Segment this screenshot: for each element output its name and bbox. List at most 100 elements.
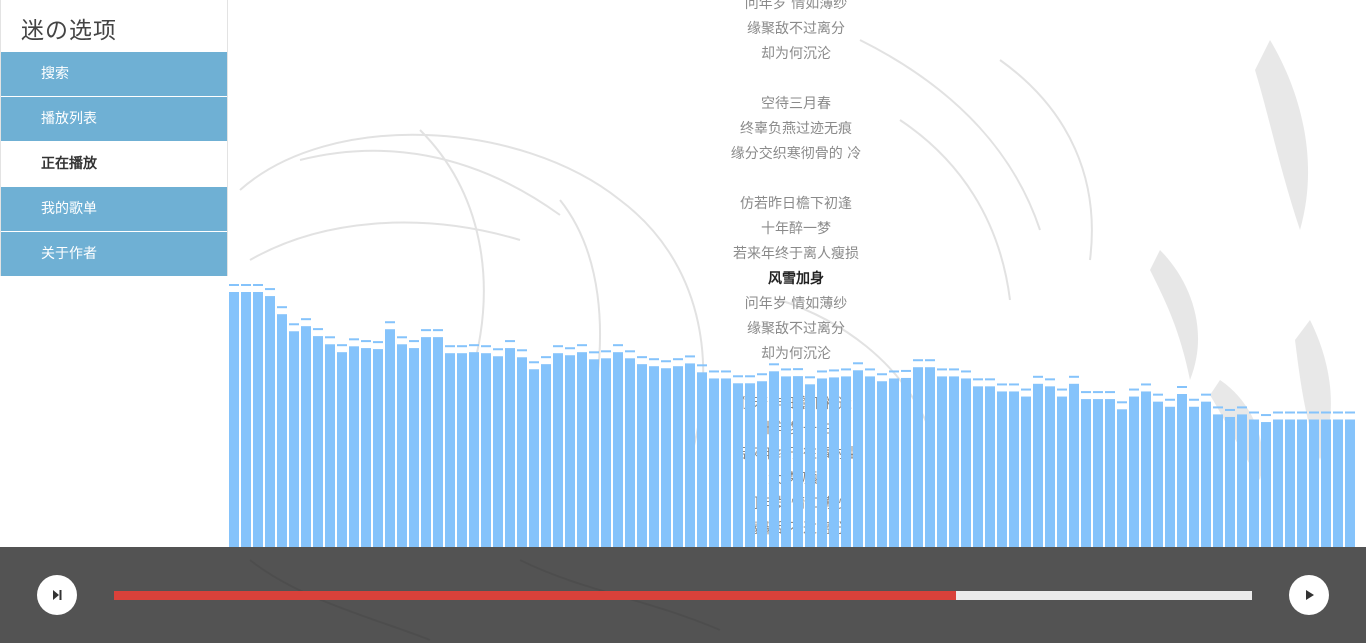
visualizer-peak-cap xyxy=(349,338,359,341)
visualizer-peak-cap xyxy=(409,340,419,343)
visualizer-peak-cap xyxy=(1237,406,1247,409)
visualizer-bar xyxy=(433,337,443,547)
visualizer-peak-cap xyxy=(505,340,515,343)
sidebar-item-now-playing[interactable]: 正在播放 xyxy=(1,142,227,187)
sidebar-item-playlist[interactable]: 播放列表 xyxy=(1,97,227,142)
visualizer-bar xyxy=(409,348,419,547)
visualizer-bar xyxy=(1105,399,1115,547)
visualizer-bar xyxy=(385,329,395,547)
visualizer-bar xyxy=(1249,419,1259,547)
visualizer-bar xyxy=(457,353,467,547)
visualizer-bar xyxy=(1069,383,1079,547)
visualizer-peak-cap xyxy=(1273,411,1283,414)
lyric-line: 缘分交织寒彻骨的 冷 xyxy=(730,146,862,162)
visualizer-bar xyxy=(361,348,371,547)
play-button[interactable] xyxy=(1289,575,1329,615)
visualizer-peak-cap xyxy=(1105,391,1115,394)
visualizer-peak-cap xyxy=(553,345,563,348)
visualizer-bar xyxy=(541,364,551,547)
visualizer-peak-cap xyxy=(1225,408,1235,411)
visualizer-peak-cap xyxy=(1165,398,1175,401)
visualizer-peak-cap xyxy=(1177,386,1187,388)
visualizer-peak-cap xyxy=(1213,406,1223,409)
visualizer-bar xyxy=(289,331,299,547)
visualizer-peak-cap xyxy=(337,344,347,347)
visualizer-bar xyxy=(1141,391,1151,547)
visualizer-peak-cap xyxy=(517,349,527,352)
visualizer-bar xyxy=(469,352,479,547)
visualizer-peak-cap xyxy=(457,345,467,348)
visualizer-bar xyxy=(577,352,587,547)
visualizer-peak-cap xyxy=(1189,398,1199,401)
lyric-line: 十年醉一梦 xyxy=(761,221,831,237)
visualizer-peak-cap xyxy=(1297,411,1307,414)
visualizer-bar xyxy=(1153,401,1163,547)
visualizer-bar xyxy=(229,292,239,547)
visualizer-peak-cap xyxy=(997,383,1007,386)
sidebar-item-my-songlists[interactable]: 我的歌单 xyxy=(1,187,227,232)
visualizer-peak-cap xyxy=(229,284,239,286)
visualizer-peak-cap xyxy=(1285,411,1295,414)
lyric-line xyxy=(596,367,996,392)
visualizer-peak-cap xyxy=(445,345,455,348)
visualizer-peak-cap xyxy=(385,321,395,324)
visualizer-bar xyxy=(1045,386,1055,547)
lyric-line: 缘聚敌不过离分 xyxy=(747,21,845,37)
visualizer-peak-cap xyxy=(1033,375,1043,378)
visualizer-bar xyxy=(1309,419,1319,547)
visualizer-peak-cap xyxy=(1093,391,1103,394)
sidebar-title: 迷の选项 xyxy=(21,18,117,44)
visualizer-bar xyxy=(1297,419,1307,547)
lyric-line: 仿若昨日檐下初逢 xyxy=(740,396,852,412)
visualizer-peak-cap xyxy=(1069,375,1079,378)
visualizer-peak-cap xyxy=(1081,391,1091,394)
visualizer-bar xyxy=(1177,394,1187,547)
visualizer-bar xyxy=(277,314,287,547)
sidebar-item-about-author[interactable]: 关于作者 xyxy=(1,232,227,277)
visualizer-bar xyxy=(301,326,311,547)
visualizer-peak-cap xyxy=(1153,393,1163,396)
visualizer-bar xyxy=(517,357,527,547)
visualizer-peak-cap xyxy=(301,318,311,321)
visualizer-peak-cap xyxy=(1009,383,1019,386)
visualizer-peak-cap xyxy=(565,347,575,350)
visualizer-peak-cap xyxy=(1261,414,1271,417)
visualizer-bar xyxy=(397,344,407,547)
visualizer-bar xyxy=(265,296,275,547)
visualizer-bar xyxy=(337,352,347,547)
visualizer-peak-cap xyxy=(577,344,587,347)
lyric-line: 缘聚敌不过离分 xyxy=(747,321,845,337)
visualizer-peak-cap xyxy=(325,336,335,339)
lyric-line: 若来年终于离人瘦损 xyxy=(733,246,859,262)
visualizer-peak-cap xyxy=(253,284,263,286)
visualizer-bar xyxy=(1093,399,1103,547)
lyric-line xyxy=(596,67,996,92)
visualizer-peak-cap xyxy=(1057,388,1067,391)
visualizer-peak-cap xyxy=(1249,411,1259,414)
visualizer-bar xyxy=(1081,399,1091,547)
visualizer-bar xyxy=(1345,419,1355,547)
visualizer-bar xyxy=(325,344,335,547)
visualizer-bar xyxy=(997,391,1007,547)
lyric-line-current: 风雪加身 xyxy=(768,271,824,287)
visualizer-bar xyxy=(313,336,323,547)
visualizer-bar xyxy=(1333,419,1343,547)
visualizer-bar xyxy=(445,353,455,547)
progress-bar[interactable] xyxy=(114,591,1252,600)
visualizer-peak-cap xyxy=(541,356,551,359)
lyric-line: 问年岁 情如薄纱 xyxy=(744,0,848,12)
visualizer-bar xyxy=(241,292,251,547)
visualizer-peak-cap xyxy=(1021,388,1031,391)
visualizer-bar xyxy=(1129,396,1139,547)
visualizer-bar xyxy=(1213,414,1223,547)
visualizer-bar xyxy=(373,349,383,547)
visualizer-bar xyxy=(253,292,263,547)
visualizer-bar xyxy=(1189,406,1199,547)
sidebar-item-search[interactable]: 搜索 xyxy=(1,52,227,97)
next-track-button[interactable] xyxy=(37,575,77,615)
visualizer-bar xyxy=(349,346,359,547)
visualizer-bar xyxy=(421,337,431,547)
lyric-line: 缘聚敌不过离分 xyxy=(747,521,845,537)
visualizer-bar xyxy=(1057,396,1067,547)
visualizer-peak-cap xyxy=(1309,411,1319,414)
